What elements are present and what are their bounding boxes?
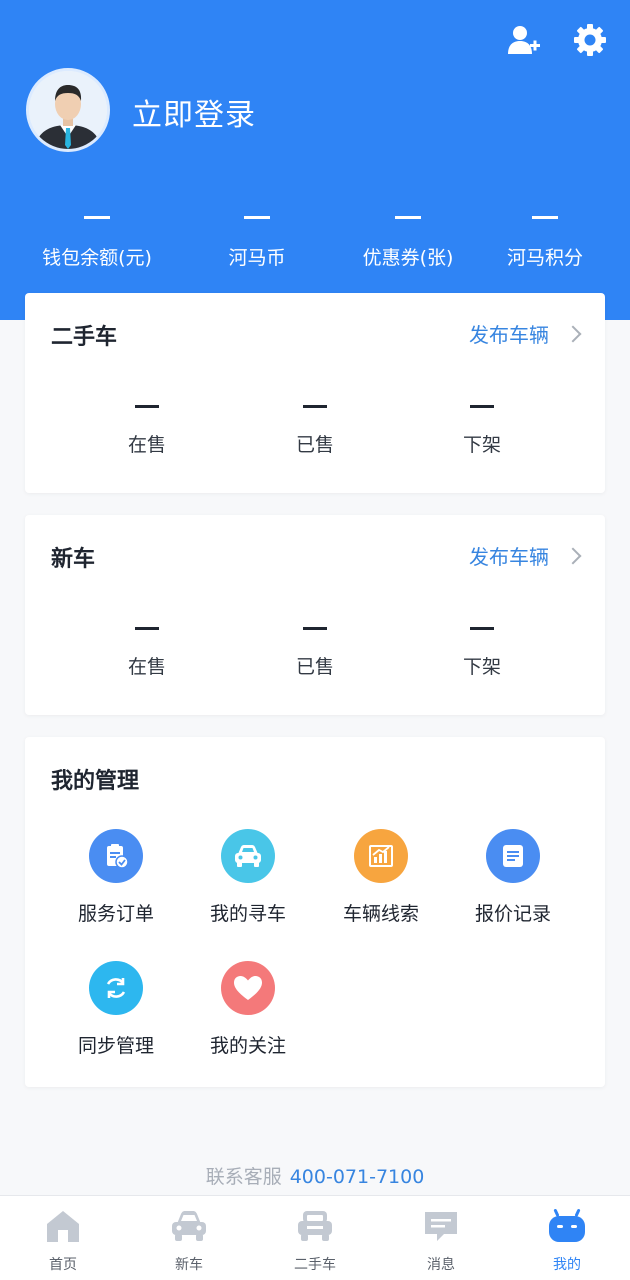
tab-new-car[interactable]: 新车 <box>126 1206 252 1274</box>
new-car-title: 新车 <box>51 547 96 572</box>
coupon-value <box>395 216 421 219</box>
new-car-delisted-label: 下架 <box>462 656 501 678</box>
tab-messages[interactable]: 消息 <box>378 1206 504 1274</box>
new-car-sold[interactable]: 已售 <box>255 627 375 679</box>
message-icon <box>378 1206 504 1246</box>
hema-points-value <box>532 216 558 219</box>
new-car-on-sale-value <box>135 627 159 630</box>
my-follows-label: 我的关注 <box>209 1035 286 1057</box>
tab-mine-label: 我的 <box>553 1257 581 1273</box>
home-icon <box>0 1206 126 1246</box>
customer-service-phone[interactable]: 400-071-7100 <box>290 1166 425 1188</box>
used-car-sold[interactable]: 已售 <box>255 405 375 457</box>
tab-messages-label: 消息 <box>427 1257 455 1273</box>
profile-header: 立即登录 钱包余额(元) 河马币 优惠券(张) 河马积分 <box>0 0 630 320</box>
bar-chart-icon <box>354 829 408 883</box>
account-stats: 钱包余额(元) 河马币 优惠券(张) 河马积分 <box>0 200 630 280</box>
management-title: 我的管理 <box>51 769 140 794</box>
used-car-on-sale[interactable]: 在售 <box>87 405 207 457</box>
hema-points-stat[interactable]: 河马积分 <box>460 200 630 270</box>
add-user-icon[interactable] <box>506 22 542 58</box>
tab-used-car[interactable]: 二手车 <box>252 1206 378 1274</box>
new-car-publish-label: 发布车辆 <box>469 545 549 569</box>
used-car-card: 二手车 发布车辆 在售 已售 下架 <box>25 293 605 493</box>
new-car-card: 新车 发布车辆 在售 已售 下架 <box>25 515 605 715</box>
new-car-sold-label: 已售 <box>295 656 334 678</box>
heart-icon <box>221 961 275 1015</box>
used-car-sold-label: 已售 <box>295 434 334 456</box>
tab-home-label: 首页 <box>49 1257 77 1273</box>
chevron-right-icon <box>564 325 582 342</box>
my-follows-item[interactable]: 我的关注 <box>182 961 314 1058</box>
tab-used-car-label: 二手车 <box>294 1257 336 1273</box>
tab-new-car-label: 新车 <box>175 1257 203 1273</box>
clipboard-check-icon <box>89 829 143 883</box>
used-car-delisted-label: 下架 <box>462 434 501 456</box>
settings-gear-icon[interactable] <box>572 22 608 58</box>
service-orders-label: 服务订单 <box>77 903 154 925</box>
bottom-tab-bar: 首页 新车 二手车 消息 我的 <box>0 1195 630 1280</box>
avatar[interactable] <box>26 68 110 152</box>
management-card: 我的管理 服务订单 我的寻车 车辆线索 报价记录 同步管理 我的关注 <box>25 737 605 1087</box>
wallet-balance-label: 钱包余额(元) <box>42 247 152 269</box>
car-icon <box>126 1206 252 1246</box>
chevron-right-icon <box>564 547 582 564</box>
service-orders-item[interactable]: 服务订单 <box>50 829 182 926</box>
used-car-on-sale-label: 在售 <box>127 434 166 456</box>
tab-mine[interactable]: 我的 <box>504 1206 630 1274</box>
tab-home[interactable]: 首页 <box>0 1206 126 1274</box>
used-car-publish-link[interactable]: 发布车辆 <box>469 319 582 348</box>
profile-robot-icon <box>504 1206 630 1246</box>
used-car-sold-value <box>303 405 327 408</box>
sync-icon <box>89 961 143 1015</box>
used-car-delisted[interactable]: 下架 <box>422 405 542 457</box>
used-car-publish-label: 发布车辆 <box>469 323 549 347</box>
used-car-delisted-value <box>470 405 494 408</box>
new-car-on-sale[interactable]: 在售 <box>87 627 207 679</box>
vehicle-leads-item[interactable]: 车辆线索 <box>315 829 447 926</box>
wallet-balance-value <box>84 216 110 219</box>
used-car-title: 二手车 <box>51 325 118 350</box>
hema-coin-stat[interactable]: 河马币 <box>172 200 342 270</box>
new-car-delisted[interactable]: 下架 <box>422 627 542 679</box>
vehicle-leads-label: 车辆线索 <box>342 903 419 925</box>
new-car-delisted-value <box>470 627 494 630</box>
sync-management-item[interactable]: 同步管理 <box>50 961 182 1058</box>
login-button[interactable]: 立即登录 <box>132 90 256 134</box>
used-car-on-sale-value <box>135 405 159 408</box>
quote-records-item[interactable]: 报价记录 <box>447 829 579 926</box>
hema-points-label: 河马积分 <box>506 247 583 269</box>
quote-records-label: 报价记录 <box>474 903 551 925</box>
customer-service-label: 联系客服 <box>205 1166 282 1188</box>
hema-coin-label: 河马币 <box>228 247 286 269</box>
sync-management-label: 同步管理 <box>77 1035 154 1057</box>
my-car-search-label: 我的寻车 <box>209 903 286 925</box>
note-list-icon <box>486 829 540 883</box>
used-car-icon <box>252 1206 378 1246</box>
my-car-search-item[interactable]: 我的寻车 <box>182 829 314 926</box>
customer-service: 联系客服 400-071-7100 <box>0 1162 630 1189</box>
new-car-sold-value <box>303 627 327 630</box>
header-actions <box>506 22 608 58</box>
wallet-balance-stat[interactable]: 钱包余额(元) <box>12 200 182 270</box>
hema-coin-value <box>244 216 270 219</box>
new-car-publish-link[interactable]: 发布车辆 <box>469 541 582 570</box>
new-car-on-sale-label: 在售 <box>127 656 166 678</box>
car-front-icon <box>221 829 275 883</box>
